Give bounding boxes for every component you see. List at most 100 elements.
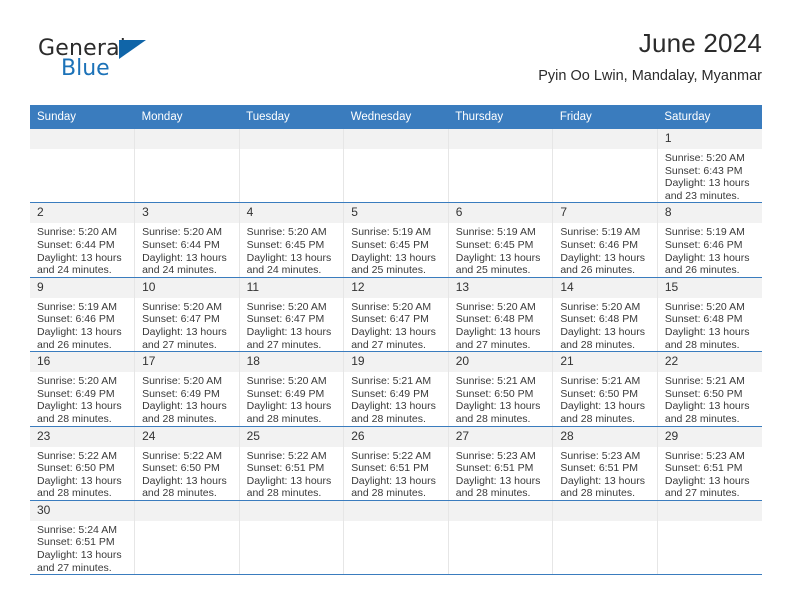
calendar-day-cell[interactable]: 6 Sunrise: 5:19 AM Sunset: 6:45 PM Daylight… [448, 202, 554, 278]
title-block: June 2024 Pyin Oo Lwin, Mandalay, Myanma… [538, 28, 762, 85]
day-number [239, 500, 344, 521]
daylight-text: Daylight: 13 hours [246, 400, 332, 413]
sunset-text: Sunset: 6:49 PM [37, 387, 115, 400]
daylight-text: Daylight: 13 hours [455, 325, 541, 338]
day-number [30, 129, 135, 149]
sunrise-text: Sunrise: 5:19 AM [560, 226, 641, 239]
day-sun-details [135, 521, 239, 524]
calendar-day-cell[interactable]: 11 Sunrise: 5:20 AM Sunset: 6:47 PM Dayligh… [239, 277, 345, 353]
daylight-text-cont: and 28 minutes. [351, 487, 426, 500]
sunset-text: Sunset: 6:46 PM [560, 238, 638, 251]
calendar-day-cell[interactable]: 3 Sunrise: 5:20 AM Sunset: 6:44 PM Daylight… [134, 202, 240, 278]
calendar-day-cell[interactable]: 23 Sunrise: 5:22 AM Sunset: 6:50 PM Dayligh… [30, 426, 136, 501]
day-sun-details [240, 521, 344, 524]
calendar-day-cell[interactable]: 30 Sunrise: 5:24 AM Sunset: 6:51 PM Dayligh… [30, 500, 136, 576]
sunset-text: Sunset: 6:47 PM [142, 313, 220, 326]
day-number: 15 [657, 277, 762, 298]
daylight-text-cont: and 24 minutes. [142, 264, 217, 277]
day-sun-details: Sunrise: 5:19 AM Sunset: 6:45 PM Daylight:… [344, 223, 448, 276]
day-sun-details: Sunrise: 5:20 AM Sunset: 6:47 PM Daylight:… [135, 298, 239, 351]
day-number [657, 500, 762, 521]
day-number: 9 [30, 277, 135, 298]
sunset-text: Sunset: 6:44 PM [37, 238, 115, 251]
daylight-text: Daylight: 13 hours [664, 325, 750, 338]
calendar-day-cell[interactable]: 9 Sunrise: 5:19 AM Sunset: 6:46 PM Daylight… [30, 277, 136, 353]
day-sun-details: Sunrise: 5:20 AM Sunset: 6:45 PM Daylight:… [240, 223, 344, 276]
day-sun-details: Sunrise: 5:20 AM Sunset: 6:44 PM Daylight:… [30, 223, 134, 276]
calendar-day-cell[interactable]: 1 Sunrise: 5:20 AM Sunset: 6:43 PM Daylight… [657, 129, 762, 204]
daylight-text: Daylight: 13 hours [37, 474, 122, 487]
sunrise-text: Sunrise: 5:20 AM [37, 375, 117, 388]
sunset-text: Sunset: 6:51 PM [455, 462, 534, 475]
calendar-day-cell[interactable]: 26 Sunrise: 5:22 AM Sunset: 6:51 PM Dayligh… [343, 426, 449, 501]
calendar-week-row: 1 Sunrise: 5:20 AM Sunset: 6:43 PM Daylight… [30, 129, 762, 204]
day-number [135, 500, 239, 521]
page-title: June 2024 [638, 28, 762, 58]
day-number: 8 [657, 203, 762, 224]
sunset-text: Sunset: 6:45 PM [246, 238, 325, 251]
calendar-day-cell[interactable]: 29 Sunrise: 5:23 AM Sunset: 6:51 PM Dayligh… [657, 426, 762, 501]
weekday-header-friday: Friday [552, 105, 658, 129]
sunrise-text: Sunrise: 5:20 AM [142, 226, 223, 239]
sunrise-text: Sunrise: 5:20 AM [246, 300, 327, 313]
calendar-day-cell[interactable]: 7 Sunrise: 5:19 AM Sunset: 6:46 PM Daylight… [552, 202, 658, 278]
sunrise-text: Sunrise: 5:20 AM [351, 300, 432, 313]
calendar-day-cell[interactable]: 12 Sunrise: 5:20 AM Sunset: 6:47 PM Dayligh… [343, 277, 449, 353]
calendar-day-cell[interactable]: 28 Sunrise: 5:23 AM Sunset: 6:51 PM Dayligh… [552, 426, 658, 501]
daylight-text-cont: and 28 minutes. [560, 338, 636, 351]
day-number: 14 [553, 277, 657, 298]
calendar-day-cell[interactable]: 16 Sunrise: 5:20 AM Sunset: 6:49 PM Dayligh… [30, 351, 136, 427]
calendar-day-cell[interactable]: 15 Sunrise: 5:20 AM Sunset: 6:48 PM Dayligh… [657, 277, 762, 353]
day-sun-details: Sunrise: 5:22 AM Sunset: 6:50 PM Daylight:… [135, 447, 239, 500]
day-sun-details: Sunrise: 5:19 AM Sunset: 6:46 PM Daylight:… [658, 223, 762, 276]
day-sun-details: Sunrise: 5:19 AM Sunset: 6:46 PM Daylight:… [30, 298, 134, 351]
daylight-text-cont: and 28 minutes. [560, 487, 636, 500]
day-number: 4 [239, 203, 344, 224]
day-number: 26 [344, 426, 448, 447]
calendar-day-cell[interactable]: 18 Sunrise: 5:20 AM Sunset: 6:49 PM Dayligh… [239, 351, 345, 427]
calendar-day-cell[interactable]: 22 Sunrise: 5:21 AM Sunset: 6:50 PM Dayligh… [657, 351, 762, 427]
day-number [239, 129, 344, 149]
calendar-day-cell[interactable]: 19 Sunrise: 5:21 AM Sunset: 6:49 PM Dayligh… [343, 351, 449, 427]
day-number [344, 129, 448, 149]
daylight-text: Daylight: 13 hours [455, 474, 541, 487]
calendar-day-cell-empty [343, 500, 449, 576]
day-sun-details: Sunrise: 5:20 AM Sunset: 6:49 PM Daylight:… [135, 372, 239, 425]
calendar-day-cell[interactable]: 24 Sunrise: 5:22 AM Sunset: 6:50 PM Dayligh… [134, 426, 240, 501]
calendar-day-cell[interactable]: 14 Sunrise: 5:20 AM Sunset: 6:48 PM Dayligh… [552, 277, 658, 353]
calendar-day-cell[interactable]: 10 Sunrise: 5:20 AM Sunset: 6:47 PM Dayligh… [134, 277, 240, 353]
sunrise-text: Sunrise: 5:22 AM [37, 449, 117, 462]
daylight-text: Daylight: 13 hours [351, 325, 436, 338]
day-number: 21 [553, 352, 657, 373]
calendar-day-cell[interactable]: 17 Sunrise: 5:20 AM Sunset: 6:49 PM Dayligh… [134, 351, 240, 427]
daylight-text-cont: and 28 minutes. [142, 412, 217, 425]
calendar-day-cell[interactable]: 4 Sunrise: 5:20 AM Sunset: 6:45 PM Daylight… [239, 202, 345, 278]
calendar-day-cell[interactable]: 20 Sunrise: 5:21 AM Sunset: 6:50 PM Dayligh… [448, 351, 554, 427]
sunset-text: Sunset: 6:51 PM [664, 462, 743, 475]
sunset-text: Sunset: 6:43 PM [664, 164, 743, 177]
calendar-day-cell[interactable]: 2 Sunrise: 5:20 AM Sunset: 6:44 PM Daylight… [30, 202, 136, 278]
day-sun-details [135, 149, 239, 152]
day-number: 1 [657, 129, 762, 149]
page-subtitle: Pyin Oo Lwin, Mandalay, Myanmar [538, 68, 762, 84]
calendar-day-cell[interactable]: 27 Sunrise: 5:23 AM Sunset: 6:51 PM Dayligh… [448, 426, 554, 501]
calendar-week-row: 23 Sunrise: 5:22 AM Sunset: 6:50 PM Dayligh… [30, 426, 762, 501]
day-number: 2 [30, 203, 135, 224]
daylight-text-cont: and 28 minutes. [246, 412, 322, 425]
sunrise-text: Sunrise: 5:24 AM [37, 523, 117, 536]
calendar-day-cell[interactable]: 5 Sunrise: 5:19 AM Sunset: 6:45 PM Daylight… [343, 202, 449, 278]
general-blue-logo[interactable]: General Blue [38, 36, 168, 86]
calendar-day-cell[interactable]: 13 Sunrise: 5:20 AM Sunset: 6:48 PM Dayligh… [448, 277, 554, 353]
calendar-day-cell[interactable]: 25 Sunrise: 5:22 AM Sunset: 6:51 PM Dayligh… [239, 426, 345, 501]
calendar-table: Sunday Monday Tuesday Wednesday Thursday… [30, 105, 762, 576]
daylight-text: Daylight: 13 hours [351, 251, 436, 264]
daylight-text: Daylight: 13 hours [664, 177, 750, 190]
page-header: General Blue June 2024 Pyin Oo Lwin, Man… [30, 28, 762, 94]
day-number [553, 500, 657, 521]
calendar-header-row: Sunday Monday Tuesday Wednesday Thursday… [30, 105, 762, 129]
calendar-week-row: 9 Sunrise: 5:19 AM Sunset: 6:46 PM Daylight… [30, 277, 762, 353]
calendar-day-cell[interactable]: 8 Sunrise: 5:19 AM Sunset: 6:46 PM Daylight… [657, 202, 762, 278]
calendar-day-cell[interactable]: 21 Sunrise: 5:21 AM Sunset: 6:50 PM Dayligh… [552, 351, 658, 427]
sunrise-text: Sunrise: 5:20 AM [664, 300, 745, 313]
daylight-text: Daylight: 13 hours [664, 400, 750, 413]
